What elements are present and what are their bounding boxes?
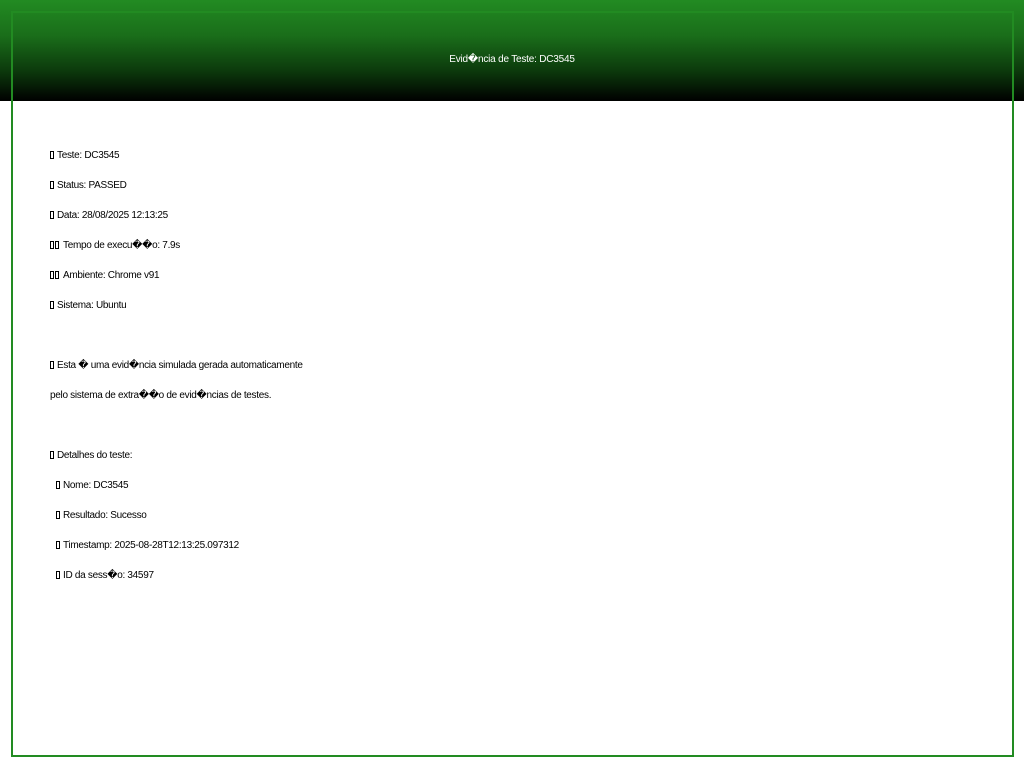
timer-icon bbox=[50, 241, 54, 249]
date-text: Data: 28/08/2025 12:13:25 bbox=[57, 210, 168, 221]
detail-session-line: ID da sess�o: 34597 bbox=[56, 570, 154, 582]
environment-text: Ambiente: Chrome v91 bbox=[63, 270, 160, 281]
details-heading-line: Detalhes do teste: bbox=[50, 450, 133, 462]
bullet-icon bbox=[56, 511, 60, 519]
bullet-icon bbox=[56, 541, 60, 549]
detail-name-line: Nome: DC3545 bbox=[56, 480, 129, 492]
bullet-icon bbox=[56, 571, 60, 579]
note-text-1: Esta � uma evid�ncia simulada gerada aut… bbox=[57, 360, 303, 371]
environment-line: Ambiente: Chrome v91 bbox=[50, 270, 160, 282]
system-text: Sistema: Ubuntu bbox=[57, 300, 127, 311]
duration-text: Tempo de execu��o: 7.9s bbox=[63, 240, 181, 251]
test-icon bbox=[50, 151, 54, 159]
detail-timestamp-line: Timestamp: 2025-08-28T12:13:25.097312 bbox=[56, 540, 239, 552]
calendar-icon bbox=[50, 211, 54, 219]
date-line: Data: 28/08/2025 12:13:25 bbox=[50, 210, 168, 222]
detail-timestamp: Timestamp: 2025-08-28T12:13:25.097312 bbox=[63, 540, 239, 551]
details-icon bbox=[50, 451, 54, 459]
browser-icon bbox=[50, 271, 54, 279]
computer-icon bbox=[50, 301, 54, 309]
header-banner: Evid�ncia de Teste: DC3545 bbox=[0, 0, 1024, 101]
note-text-2: pelo sistema de extra��o de evid�ncias d… bbox=[50, 390, 272, 401]
note-line-2: pelo sistema de extra��o de evid�ncias d… bbox=[50, 390, 271, 402]
status-line: Status: PASSED bbox=[50, 180, 127, 192]
note-icon bbox=[50, 361, 54, 369]
detail-result-line: Resultado: Sucesso bbox=[56, 510, 147, 522]
browser-icon-part bbox=[55, 271, 59, 279]
note-line-1: Esta � uma evid�ncia simulada gerada aut… bbox=[50, 360, 303, 372]
timer-icon-part bbox=[55, 241, 59, 249]
status-text: Status: PASSED bbox=[57, 180, 127, 191]
system-line: Sistema: Ubuntu bbox=[50, 300, 127, 312]
page-title: Evid�ncia de Teste: DC3545 bbox=[449, 54, 575, 65]
test-text: Teste: DC3545 bbox=[57, 150, 120, 161]
test-line: Teste: DC3545 bbox=[50, 150, 120, 162]
duration-line: Tempo de execu��o: 7.9s bbox=[50, 240, 180, 252]
detail-name: Nome: DC3545 bbox=[63, 480, 129, 491]
detail-result: Resultado: Sucesso bbox=[63, 510, 147, 521]
page-border bbox=[11, 11, 1014, 757]
evidence-page: Evid�ncia de Teste: DC3545 Teste: DC3545… bbox=[0, 0, 1024, 768]
details-heading: Detalhes do teste: bbox=[57, 450, 133, 461]
status-icon bbox=[50, 181, 54, 189]
bullet-icon bbox=[56, 481, 60, 489]
detail-session: ID da sess�o: 34597 bbox=[63, 570, 154, 581]
